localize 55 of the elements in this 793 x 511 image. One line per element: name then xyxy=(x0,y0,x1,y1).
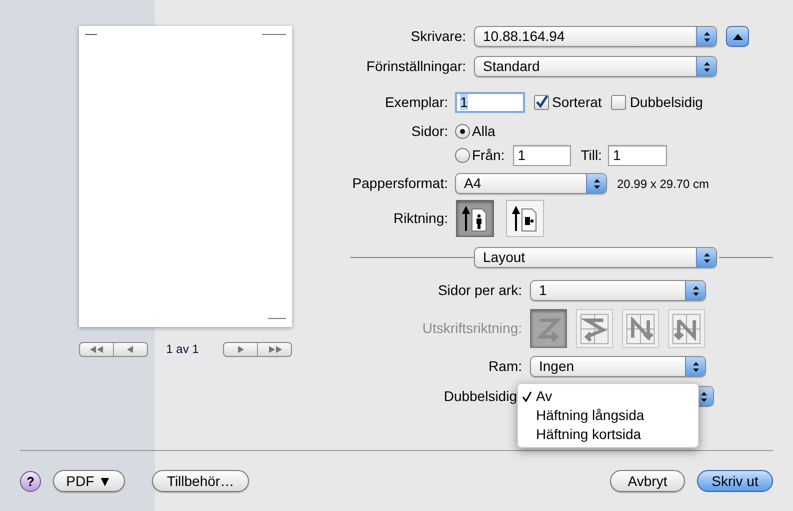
two-sided-checkbox[interactable] xyxy=(610,95,626,110)
presets-popup[interactable]: Standard xyxy=(474,56,717,77)
layout-direction-label: Utskriftsriktning: xyxy=(421,319,522,338)
menu-item[interactable]: Av xyxy=(536,386,552,407)
radio-label: Från: xyxy=(472,146,505,165)
stepper-arrows-icon xyxy=(586,174,606,193)
menu-item[interactable]: Häftning kortsida xyxy=(536,424,642,445)
fast-forward-icon xyxy=(268,346,282,352)
collate-label: Sorterat xyxy=(552,93,602,112)
orientation-button[interactable] xyxy=(456,200,494,237)
stepper-arrows-icon xyxy=(696,57,716,76)
menu-item[interactable]: Häftning långsida xyxy=(536,405,644,426)
triangle-up-icon xyxy=(732,34,742,40)
border-label: Ram: xyxy=(488,357,522,376)
checkmark-icon xyxy=(535,96,548,109)
panel-popup[interactable]: Layout xyxy=(474,247,717,268)
collapse-button[interactable] xyxy=(726,26,749,47)
pages-per-sheet-label: Sidor per ark: xyxy=(436,281,522,300)
stepper-arrows-icon xyxy=(685,357,705,376)
help-button[interactable]: ? xyxy=(20,470,41,492)
stepper-arrows-icon xyxy=(685,281,705,300)
pages-label: Sidor: xyxy=(410,122,448,141)
page-counter: 1 av 1 xyxy=(165,341,200,358)
next-icon xyxy=(237,346,244,352)
from-field[interactable]: 1 xyxy=(512,145,571,166)
pdf-button[interactable]: PDF ▼ xyxy=(53,470,125,492)
print-button[interactable]: Skriv ut xyxy=(697,470,773,492)
landscape-page-icon xyxy=(512,204,538,232)
collate-checkbox[interactable] xyxy=(534,95,549,110)
presets-label: Förinställningar: xyxy=(365,57,466,76)
two-sided-label: Dubbelsidig xyxy=(630,93,703,112)
copies-field[interactable]: 1 xyxy=(455,92,525,113)
paper-dimensions: 20.99 x 29.70 cm xyxy=(617,176,710,192)
stepper-arrows-icon xyxy=(696,27,716,46)
orientation-button[interactable] xyxy=(506,200,544,237)
to-field[interactable]: 1 xyxy=(608,145,667,166)
printer-label: Skrivare: xyxy=(410,27,466,46)
stepper-arrows-icon xyxy=(696,248,716,267)
copies-label: Exemplar: xyxy=(384,93,448,112)
radio-button[interactable] xyxy=(455,148,470,163)
rewind-icon xyxy=(90,346,104,352)
accessories-button[interactable]: Tillbehör… xyxy=(152,470,249,492)
duplex-label: Dubbelsidig xyxy=(442,387,517,406)
paper-size-label: Pappersformat: xyxy=(351,174,448,193)
previous-icon xyxy=(127,346,134,352)
printer-popup[interactable]: 10.88.164.94 xyxy=(474,26,717,47)
paper-size-popup[interactable]: A4 xyxy=(455,173,607,194)
orientation-label: Riktning: xyxy=(392,209,448,228)
pages-per-sheet-popup[interactable]: 1 xyxy=(530,280,706,301)
border-popup[interactable]: Ingen xyxy=(530,356,706,377)
portrait-page-icon xyxy=(462,204,488,232)
cancel-button[interactable]: Avbryt xyxy=(610,470,685,492)
radio-label: Alla xyxy=(472,122,496,141)
to-label: Till: xyxy=(580,146,602,165)
radio-button[interactable] xyxy=(455,124,470,139)
